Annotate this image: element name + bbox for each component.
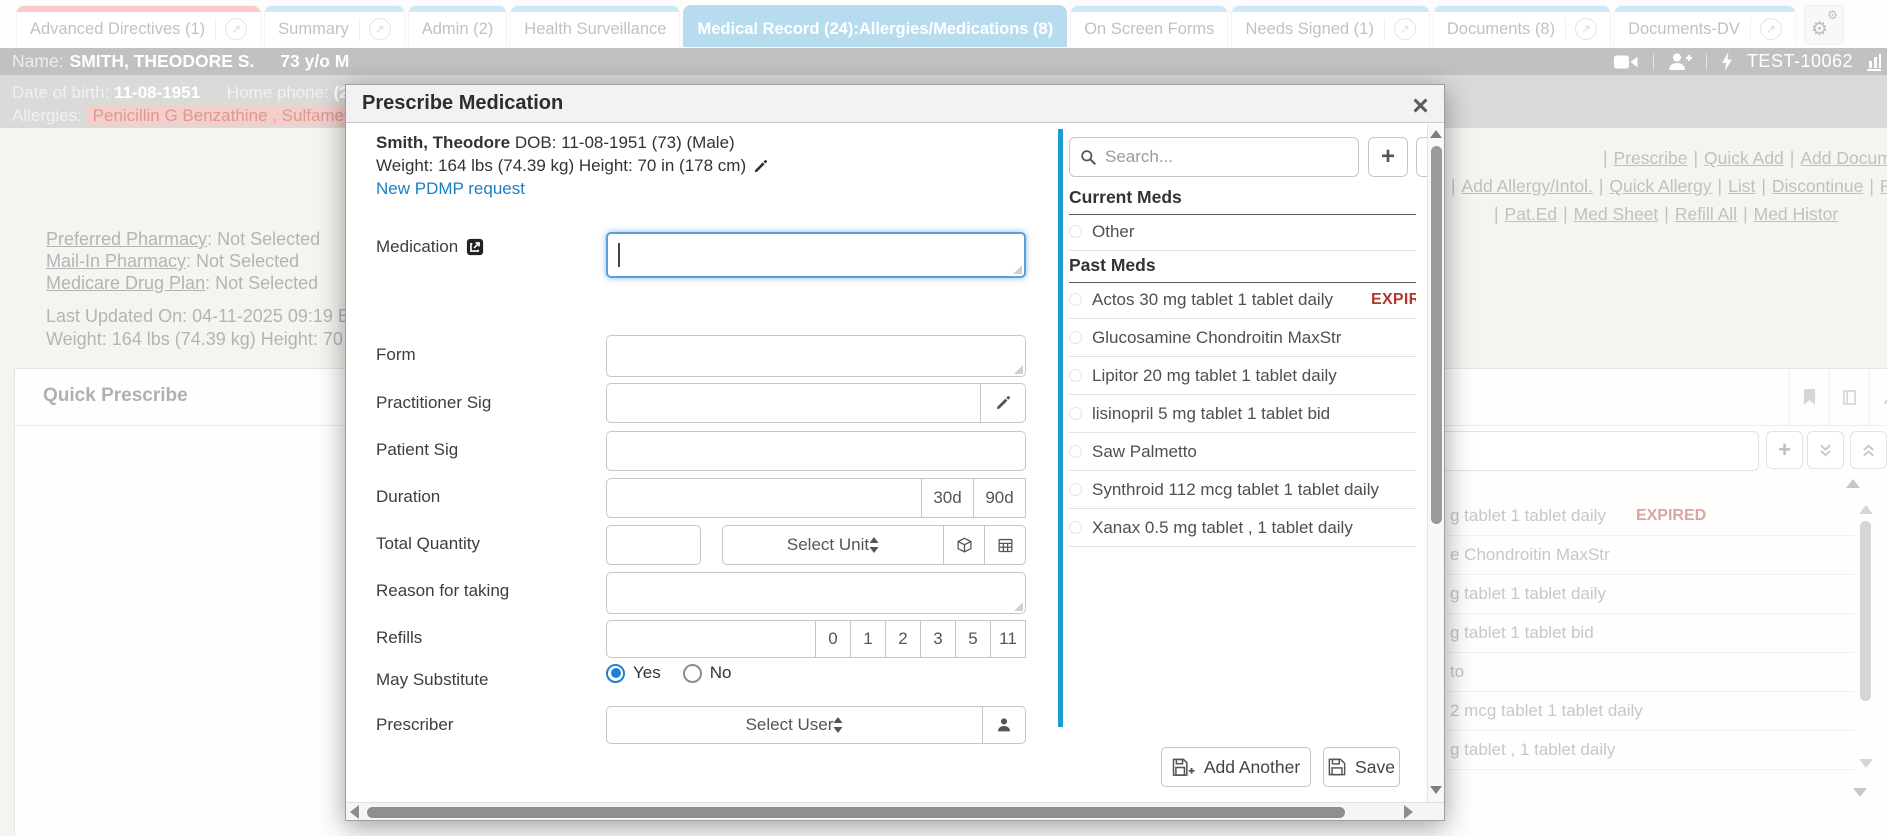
modal-patient-name: Smith, Theodore (376, 133, 510, 152)
med-radio-icon (1069, 445, 1082, 458)
search-icon (1080, 149, 1097, 166)
add-med-button[interactable]: + (1368, 137, 1408, 177)
med-radio-icon (1069, 521, 1082, 534)
med-search-box[interactable] (1069, 137, 1359, 177)
refill-preset-button[interactable]: 2 (885, 620, 921, 658)
past-med-row[interactable]: lisinopril 5 mg tablet 1 tablet bid (1069, 395, 1416, 433)
select-arrows-icon (833, 717, 843, 733)
prescriber-label: Prescriber (376, 715, 453, 735)
clipped-button-edge (1416, 137, 1427, 177)
med-radio-icon (1069, 331, 1082, 344)
past-med-row[interactable]: Xanax 0.5 mg tablet , 1 tablet daily (1069, 509, 1416, 547)
scroll-right-icon[interactable] (1404, 805, 1413, 819)
scroll-up-icon[interactable] (1430, 130, 1442, 138)
past-med-row[interactable]: Lipitor 20 mg tablet 1 tablet daily (1069, 357, 1416, 395)
add-another-button[interactable]: Add Another (1161, 747, 1311, 787)
modal-vertical-scrollbar[interactable] (1427, 124, 1444, 802)
scrollbar-thumb[interactable] (367, 807, 1345, 818)
refill-preset-button[interactable]: 0 (815, 620, 851, 658)
refill-preset-button[interactable]: 11 (990, 620, 1026, 658)
past-med-row[interactable]: Synthroid 112 mcg tablet 1 tablet daily (1069, 471, 1416, 509)
refill-preset-button[interactable]: 5 (955, 620, 991, 658)
refill-preset-button[interactable]: 1 (850, 620, 886, 658)
med-radio-icon (1069, 293, 1082, 306)
prescribe-medication-dialog: Prescribe Medication Smith, Theodore DOB… (345, 84, 1445, 821)
save-icon (1328, 758, 1346, 776)
edit-vitals-pencil-icon[interactable] (753, 159, 768, 174)
modal-vitals-line: Weight: 164 lbs (74.39 kg) Height: 70 in… (376, 156, 768, 176)
may-substitute-label: May Substitute (376, 670, 488, 690)
substitute-no-radio[interactable] (683, 664, 702, 683)
current-meds-list: Other (346, 213, 1446, 251)
modal-horizontal-scrollbar[interactable] (346, 802, 1444, 820)
reason-label: Reason for taking (376, 581, 509, 601)
med-radio-icon (1069, 369, 1082, 382)
save-plus-icon (1172, 758, 1195, 777)
refill-preset-button[interactable]: 3 (920, 620, 956, 658)
scroll-down-icon[interactable] (1430, 786, 1442, 794)
modal-patient-line: Smith, Theodore DOB: 11-08-1951 (73) (Ma… (376, 133, 735, 153)
refills-label: Refills (376, 628, 422, 648)
save-button[interactable]: Save (1323, 747, 1400, 787)
past-med-row[interactable]: Actos 30 mg tablet 1 tablet dailyEXPIRED (1069, 281, 1416, 319)
refills-input[interactable] (606, 620, 816, 658)
dialog-title: Prescribe Medication (346, 85, 1444, 123)
substitute-yes-radio[interactable] (606, 664, 625, 683)
may-substitute-options: Yes No (606, 663, 731, 683)
past-med-row[interactable]: Saw Palmetto (1069, 433, 1416, 471)
current-meds-header: Current Meds (1069, 187, 1416, 215)
med-search-input[interactable] (1105, 147, 1335, 167)
close-icon[interactable] (1409, 94, 1431, 116)
med-radio-icon (1069, 483, 1082, 496)
prescriber-group: Select User (606, 706, 1026, 744)
past-meds-list: Actos 30 mg tablet 1 tablet dailyEXPIRED… (346, 281, 1446, 547)
prescriber-person-icon[interactable] (982, 706, 1026, 744)
refill-presets: 0123511 (816, 620, 1026, 658)
med-radio-icon (1069, 407, 1082, 420)
past-meds-header: Past Meds (1069, 255, 1416, 283)
pdmp-request-link[interactable]: New PDMP request (376, 179, 525, 199)
expired-badge: EXPIRED (1371, 291, 1416, 309)
refills-group: 0123511 (606, 620, 1026, 658)
past-med-row[interactable]: Glucosamine Chondroitin MaxStr (1069, 319, 1416, 357)
med-radio-icon (1069, 225, 1082, 238)
scroll-left-icon[interactable] (350, 805, 359, 819)
scrollbar-thumb[interactable] (1431, 146, 1442, 524)
current-med-row[interactable]: Other (1069, 213, 1416, 251)
prescriber-select[interactable]: Select User (606, 706, 983, 744)
reason-input[interactable] (606, 572, 1026, 614)
